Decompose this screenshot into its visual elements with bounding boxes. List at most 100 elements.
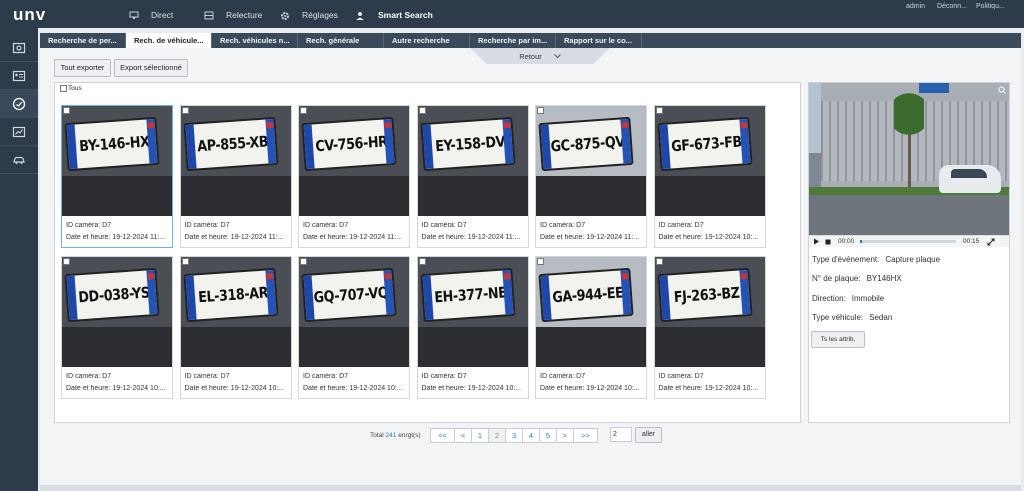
detail-direction: Direction: Immobile <box>812 294 884 303</box>
result-checkbox[interactable] <box>63 258 70 265</box>
nav-relecture[interactable]: Relecture <box>204 10 262 20</box>
page-next-button[interactable]: > <box>556 427 574 443</box>
result-card[interactable]: FJ-263-BZ ID caméra: D7 Date et heure: 19-… <box>653 256 766 399</box>
all-attributes-button[interactable]: Ts les attrib. <box>811 331 865 348</box>
result-card[interactable]: EY-158-DV ID caméra: D7 Date et heure: 19-… <box>416 105 529 248</box>
player-progress-bar[interactable] <box>860 240 956 243</box>
tab-image-search[interactable]: Recherche par im... <box>470 33 556 48</box>
result-card[interactable]: AP-855-XB ID caméra: D7 Date et heure: 19-… <box>179 105 292 248</box>
plate-thumbnail[interactable]: GC-875-QV <box>536 106 646 216</box>
tab-report[interactable]: Rapport sur le co... <box>556 33 642 48</box>
total-suffix: enrgt(s) <box>398 432 421 439</box>
sidebar-item-gauge[interactable] <box>0 90 38 118</box>
plate-thumbnail[interactable]: AP-855-XB <box>180 106 291 216</box>
plate-thumbnail[interactable]: EY-158-DV <box>417 106 528 216</box>
camera-id: ID caméra: D7 <box>184 222 230 229</box>
page-4-button[interactable]: 4 <box>522 427 540 443</box>
user-admin-link[interactable]: admin <box>906 3 925 10</box>
event-type-label: Type d'événement: <box>812 255 880 264</box>
detail-plate-number: N° de plaque: BY146HX <box>812 274 902 283</box>
result-card[interactable]: BY-146-HX ID caméra: D7 Date et heure: 19-… <box>61 105 173 248</box>
result-checkbox[interactable] <box>537 258 544 265</box>
tab-vehicle-search[interactable]: Rech. de véhicule... <box>126 33 212 48</box>
capture-datetime: Date et heure: 19-12-2024 10:... <box>303 385 403 392</box>
result-checkbox[interactable] <box>300 258 307 265</box>
result-card[interactable]: EL-318-AR ID caméra: D7 Date et heure: 19-… <box>179 256 292 399</box>
tab-general-search[interactable]: Rech. générale <box>298 33 384 48</box>
plate-text: GA-944-EE <box>551 283 625 307</box>
select-all-checkbox[interactable] <box>60 85 67 92</box>
gauge-icon <box>12 97 26 110</box>
search-tabs: Recherche de per... Rech. de véhicule...… <box>40 33 1021 48</box>
plate-thumbnail[interactable]: DD-038-YS <box>62 257 172 367</box>
nav-reglages[interactable]: Réglages <box>280 10 338 20</box>
fullscreen-icon[interactable] <box>987 238 995 248</box>
plate-thumbnail[interactable]: GA-944-EE <box>536 257 646 367</box>
page-5-button[interactable]: 5 <box>539 427 557 443</box>
export-selected-button[interactable]: Export sélectionné <box>114 59 188 77</box>
total-prefix: Total <box>370 432 384 439</box>
vehicle-type-label: Type véhicule: <box>812 313 864 322</box>
capture-datetime: Date et heure: 19-12-2024 10:... <box>421 385 522 392</box>
capture-datetime: Date et heure: 19-12-2024 10:... <box>658 385 759 392</box>
page-2-button[interactable]: 2 <box>488 427 506 443</box>
result-checkbox[interactable] <box>655 258 663 265</box>
result-checkbox[interactable] <box>655 107 663 114</box>
goto-page-input[interactable]: 2 <box>610 427 632 442</box>
page-prev-button[interactable]: < <box>454 427 472 443</box>
zoom-icon[interactable] <box>998 86 1006 96</box>
plate-value: BY146HX <box>866 274 902 283</box>
page-1-button[interactable]: 1 <box>471 427 489 443</box>
plate-thumbnail[interactable]: GF-673-FB <box>654 106 765 216</box>
plate-thumbnail[interactable]: EL-318-AR <box>180 257 291 367</box>
result-card[interactable]: GC-875-QV ID caméra: D7 Date et heure: 19-… <box>535 105 647 248</box>
chevron-down-icon <box>553 52 561 61</box>
scene-snapshot[interactable] <box>809 83 1009 235</box>
result-card[interactable]: GF-673-FB ID caméra: D7 Date et heure: 19-… <box>653 105 766 248</box>
nav-direct[interactable]: Direct <box>129 10 173 20</box>
direction-value: Immobile <box>851 294 885 303</box>
result-card[interactable]: CV-756-HR ID caméra: D7 Date et heure: 19-… <box>298 105 410 248</box>
result-checkbox[interactable] <box>181 107 189 114</box>
result-checkbox[interactable] <box>63 107 70 114</box>
tab-other-search[interactable]: Autre recherche <box>384 33 470 48</box>
logout-link[interactable]: Déconn... <box>937 3 967 10</box>
sidebar-item-car[interactable] <box>0 146 38 174</box>
result-checkbox[interactable] <box>418 107 426 114</box>
plate-thumbnail[interactable]: EH-377-NE <box>417 257 528 367</box>
plate-thumbnail[interactable]: BY-146-HX <box>62 106 172 216</box>
retour-toggle[interactable]: Retour <box>470 48 610 64</box>
result-checkbox[interactable] <box>418 258 426 265</box>
select-all[interactable]: Tous <box>60 85 82 92</box>
camera-id: ID caméra: D7 <box>421 222 467 229</box>
page-last-button[interactable]: >> <box>573 427 598 443</box>
monitor-icon <box>129 11 139 20</box>
export-all-button[interactable]: Tout exporter <box>54 59 111 77</box>
plate-thumbnail[interactable]: CV-756-HR <box>299 106 409 216</box>
policy-link[interactable]: Politiqu... <box>976 3 1005 10</box>
result-card[interactable]: GQ-707-VQ ID caméra: D7 Date et heure: 19-… <box>298 256 410 399</box>
result-card[interactable]: DD-038-YS ID caméra: D7 Date et heure: 19-… <box>61 256 173 399</box>
capture-datetime: Date et heure: 19-12-2024 11:... <box>184 234 284 241</box>
page-3-button[interactable]: 3 <box>505 427 523 443</box>
result-card[interactable]: EH-377-NE ID caméra: D7 Date et heure: 19-… <box>416 256 529 399</box>
result-checkbox[interactable] <box>300 107 307 114</box>
tab-non-motor-vehicle-search[interactable]: Rech. véhicules n... <box>212 33 298 48</box>
stop-icon[interactable] <box>825 239 831 247</box>
sidebar-item-chart[interactable] <box>0 118 38 146</box>
pagination: << < 1 2 3 4 5 > >> <box>430 427 598 443</box>
page-first-button[interactable]: << <box>430 427 455 443</box>
capture-datetime: Date et heure: 19-12-2024 10:... <box>184 385 285 392</box>
plate-thumbnail[interactable]: GQ-707-VQ <box>299 257 409 367</box>
plate-thumbnail[interactable]: FJ-263-BZ <box>654 257 765 367</box>
goto-page-button[interactable]: aller <box>635 427 662 443</box>
sidebar-item-image-search[interactable] <box>0 34 38 62</box>
sidebar-item-id-card[interactable] <box>0 62 38 90</box>
result-card[interactable]: GA-944-EE ID caméra: D7 Date et heure: 19-… <box>535 256 647 399</box>
nav-smart-search[interactable]: Smart Search <box>356 10 433 20</box>
result-checkbox[interactable] <box>181 258 189 265</box>
total-count: 241 <box>385 432 397 439</box>
tab-person-search[interactable]: Recherche de per... <box>40 33 126 48</box>
play-icon[interactable] <box>813 238 820 247</box>
result-checkbox[interactable] <box>537 107 544 114</box>
